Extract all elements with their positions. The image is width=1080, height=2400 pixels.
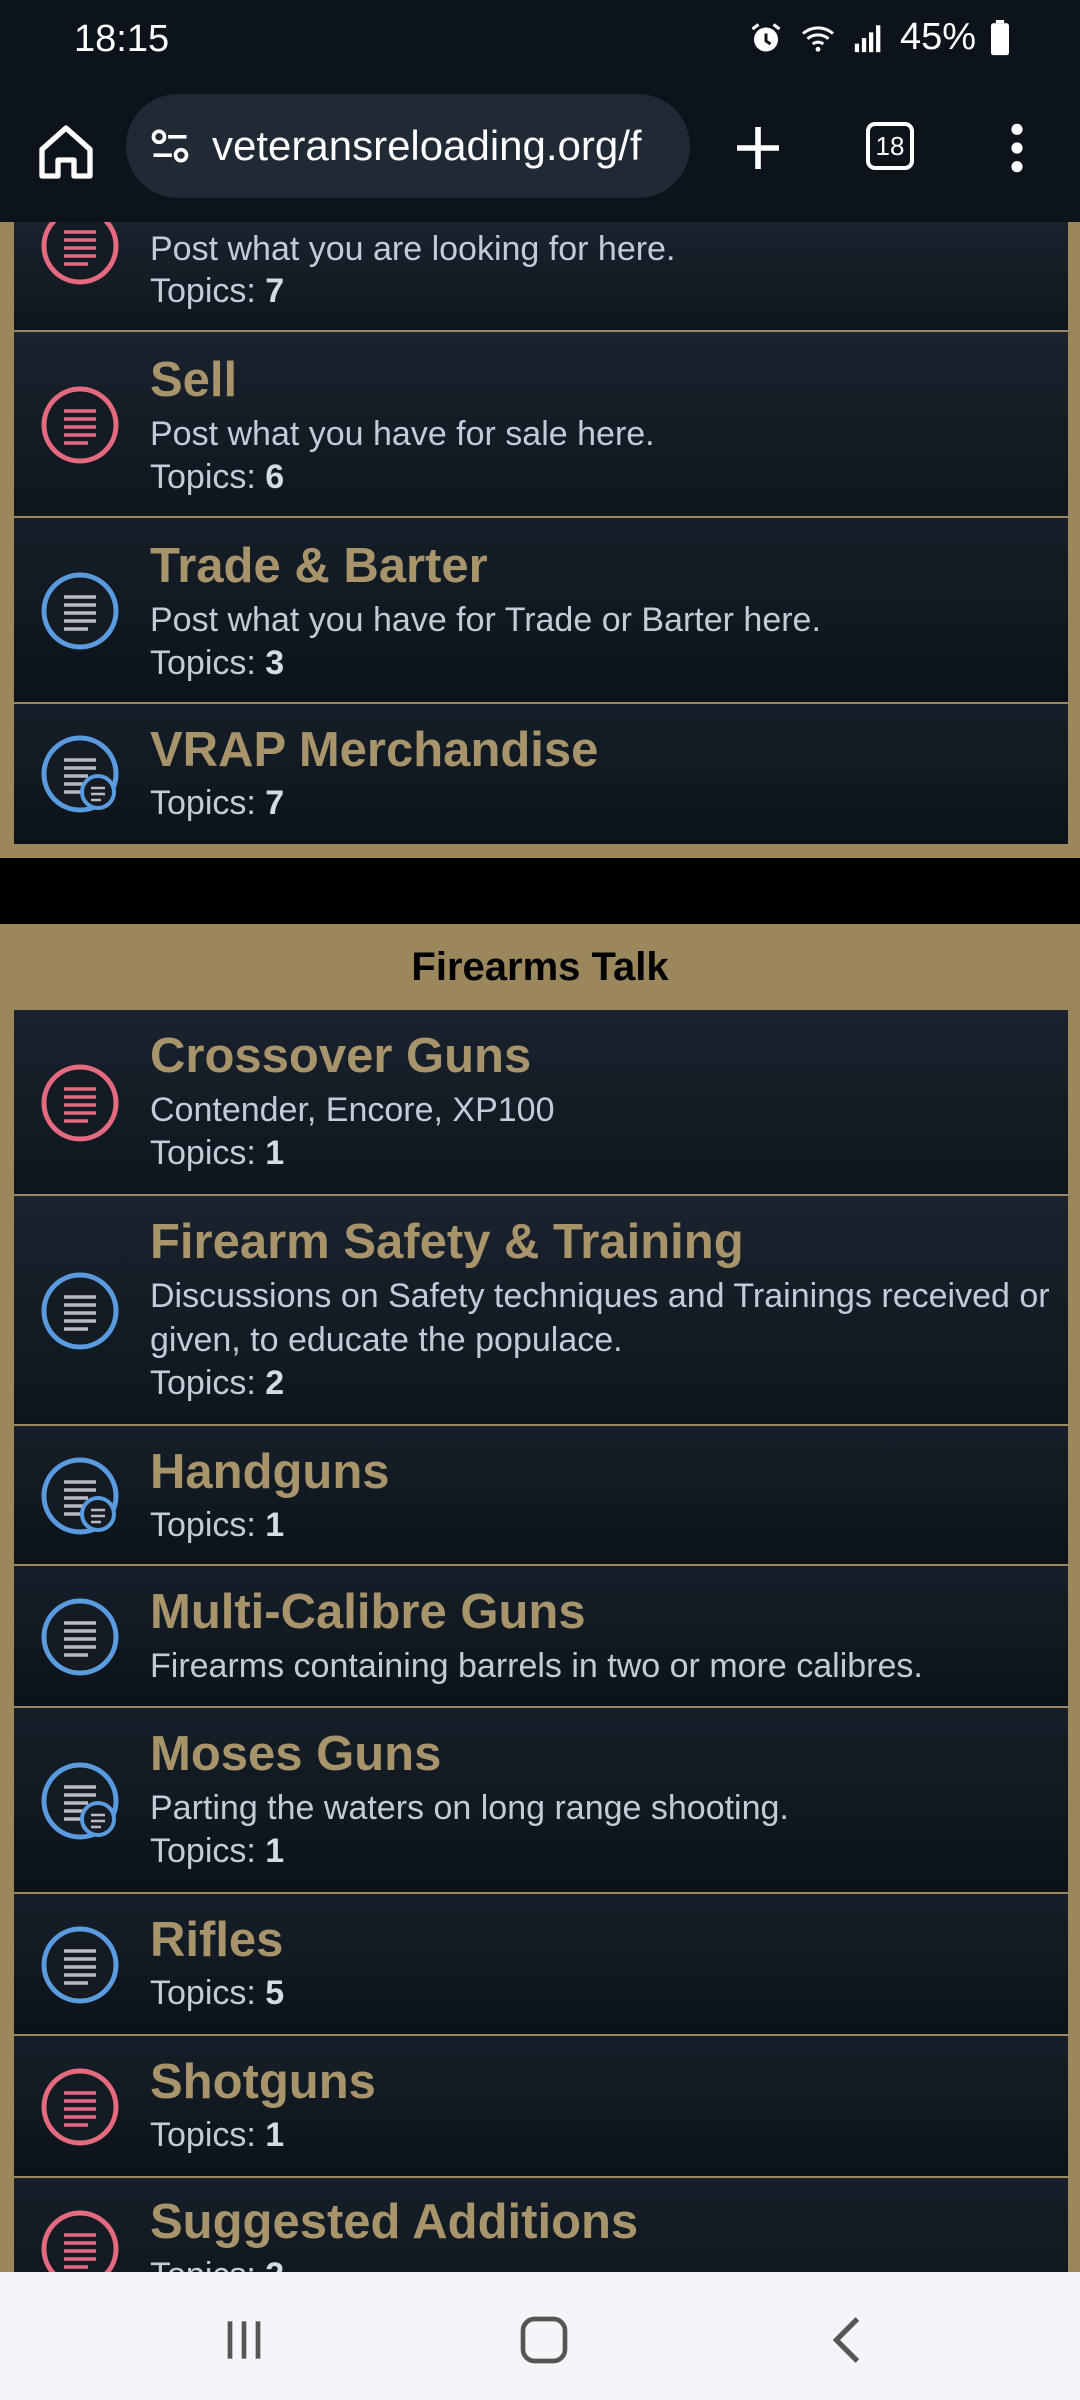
forum-topics: Topics: 7 bbox=[150, 784, 285, 822]
browser-toolbar: veteransreloading.org/f 18 bbox=[0, 84, 1080, 224]
site-settings-icon[interactable] bbox=[148, 124, 192, 168]
forum-topics: Topics: 3 bbox=[150, 644, 285, 682]
forum-row-moses-guns[interactable]: Moses Guns Parting the waters on long ra… bbox=[14, 1708, 1068, 1894]
forum-description: Post what you have for sale here. bbox=[150, 415, 655, 453]
status-time: 18:15 bbox=[74, 18, 170, 60]
forum-description: Post what you are looking for here. bbox=[150, 230, 676, 268]
page-content: Post what you are looking for here. Topi… bbox=[0, 222, 1080, 2272]
forum-description: Firearms containing barrels in two or mo… bbox=[150, 1647, 923, 1685]
forum-title[interactable]: Rifles bbox=[150, 1912, 283, 1968]
section-separator bbox=[0, 858, 1080, 924]
recent-apps-icon[interactable] bbox=[216, 2312, 272, 2368]
forum-row-handguns[interactable]: Handguns Topics: 1 bbox=[14, 1426, 1068, 1566]
tab-switcher-button[interactable]: 18 bbox=[866, 122, 914, 170]
forum-title[interactable]: Handguns bbox=[150, 1444, 390, 1500]
forum-topics: Topics: 5 bbox=[150, 1974, 285, 2012]
forum-read-icon bbox=[41, 1272, 119, 1350]
more-menu-icon[interactable] bbox=[1000, 120, 1034, 176]
forum-row-shotguns[interactable]: Shotguns Topics: 1 bbox=[14, 2036, 1068, 2178]
marketplace-block: Post what you are looking for here. Topi… bbox=[0, 222, 1080, 858]
forum-row-wanted[interactable]: Post what you are looking for here. Topi… bbox=[14, 222, 1068, 332]
forum-topics: Topics: 2 bbox=[150, 2256, 284, 2272]
forum-row-sell[interactable]: Sell Post what you have for sale here. T… bbox=[14, 332, 1068, 518]
forum-unread-icon bbox=[41, 222, 119, 285]
forum-title[interactable]: Moses Guns bbox=[150, 1726, 441, 1782]
forum-title[interactable]: Crossover Guns bbox=[150, 1028, 531, 1084]
forum-row-trade-barter[interactable]: Trade & Barter Post what you have for Tr… bbox=[14, 518, 1068, 704]
url-text[interactable]: veteransreloading.org/f bbox=[212, 122, 642, 170]
forum-subforum-icon bbox=[41, 735, 119, 813]
forum-topics: Topics: 7 bbox=[150, 272, 285, 310]
new-tab-icon[interactable] bbox=[730, 120, 786, 176]
forum-topics: Topics: 2 bbox=[150, 1364, 285, 1402]
status-bar: 18:15 45% bbox=[0, 0, 1080, 84]
forum-title[interactable]: Suggested Additions bbox=[150, 2194, 638, 2250]
forum-unread-icon bbox=[41, 2210, 119, 2272]
signal-icon bbox=[854, 24, 881, 52]
forum-row-rifles[interactable]: Rifles Topics: 5 bbox=[14, 1894, 1068, 2036]
home-nav-icon[interactable] bbox=[516, 2312, 572, 2368]
forum-read-icon bbox=[41, 1598, 119, 1676]
forum-read-icon bbox=[41, 572, 119, 650]
forum-title[interactable]: Shotguns bbox=[150, 2054, 376, 2110]
forum-description: Parting the waters on long range shootin… bbox=[150, 1789, 789, 1827]
forum-row-crossover-guns[interactable]: Crossover Guns Contender, Encore, XP100 … bbox=[14, 1010, 1068, 1196]
forum-unread-icon bbox=[41, 1064, 119, 1142]
forum-title[interactable]: Multi-Calibre Guns bbox=[150, 1584, 586, 1640]
home-icon[interactable] bbox=[34, 120, 98, 184]
forum-title[interactable]: Trade & Barter bbox=[150, 538, 488, 594]
forum-subforum-icon bbox=[41, 1762, 119, 1840]
status-icons: 45% bbox=[748, 16, 1010, 59]
address-bar[interactable]: veteransreloading.org/f bbox=[126, 94, 690, 198]
back-icon[interactable] bbox=[820, 2312, 876, 2368]
forum-topics: Topics: 6 bbox=[150, 458, 285, 496]
forum-subforum-icon bbox=[41, 1457, 119, 1535]
forum-row-vrap-merchandise[interactable]: VRAP Merchandise Topics: 7 bbox=[14, 704, 1068, 844]
battery-icon bbox=[991, 19, 1009, 55]
firearms-talk-block: Firearms Talk Crossover Guns Contender, … bbox=[0, 924, 1080, 2272]
forum-title[interactable]: VRAP Merchandise bbox=[150, 722, 598, 778]
forum-topics: Topics: 1 bbox=[150, 1134, 285, 1172]
system-nav-bar bbox=[0, 2272, 1080, 2400]
forum-topics: Topics: 1 bbox=[150, 1506, 285, 1544]
forum-row-multi-calibre-guns[interactable]: Multi-Calibre Guns Firearms containing b… bbox=[14, 1566, 1068, 1708]
forum-topics: Topics: 1 bbox=[150, 2116, 285, 2154]
forum-description: Post what you have for Trade or Barter h… bbox=[150, 601, 821, 639]
forum-unread-icon bbox=[41, 386, 119, 464]
forum-row-suggested-additions[interactable]: Suggested Additions Topics: 2 bbox=[14, 2178, 1068, 2272]
forum-row-firearm-safety[interactable]: Firearm Safety & Training Discussions on… bbox=[14, 1196, 1068, 1426]
forum-title[interactable]: Firearm Safety & Training bbox=[150, 1214, 744, 1270]
forum-description: Contender, Encore, XP100 bbox=[150, 1091, 555, 1129]
forum-description: Discussions on Safety techniques and Tra… bbox=[150, 1277, 1050, 1359]
forum-read-icon bbox=[41, 1926, 119, 2004]
alarm-icon bbox=[751, 22, 781, 51]
wifi-icon bbox=[801, 25, 834, 52]
forum-topics: Topics: 1 bbox=[150, 1832, 285, 1870]
forum-title[interactable]: Sell bbox=[150, 352, 237, 408]
section-header[interactable]: Firearms Talk bbox=[0, 924, 1080, 1010]
forum-unread-icon bbox=[41, 2068, 119, 2146]
battery-percent: 45% bbox=[899, 16, 976, 58]
